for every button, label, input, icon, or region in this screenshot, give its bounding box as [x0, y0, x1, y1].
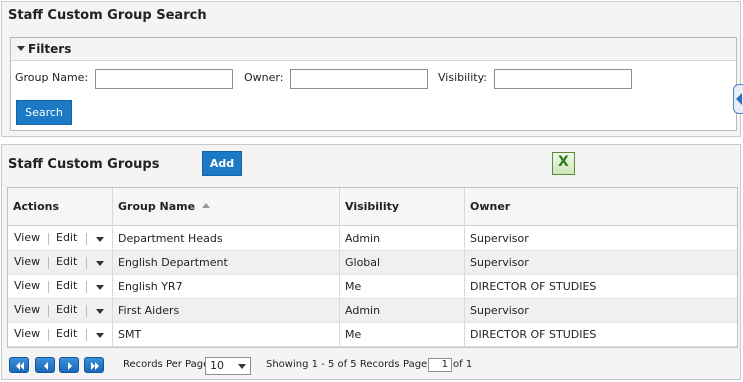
visibility-input[interactable]	[494, 69, 632, 89]
add-button[interactable]: Add	[202, 151, 242, 176]
column-header-owner[interactable]: Owner	[465, 188, 737, 226]
group-name-label: Group Name:	[15, 71, 89, 84]
dropdown-arrow-icon[interactable]	[96, 333, 104, 338]
first-page-icon	[16, 362, 24, 370]
visibility-cell: Me	[340, 323, 465, 347]
owner-cell: Supervisor	[470, 232, 529, 245]
owner-label: Owner:	[244, 71, 284, 84]
pager: Records Per Page 10 Showing 1 - 5 of 5 R…	[7, 354, 738, 378]
edit-link[interactable]: Edit	[56, 299, 77, 323]
edit-link[interactable]: Edit	[56, 251, 77, 275]
actions-cell: View Edit	[8, 275, 113, 299]
owner-input[interactable]	[290, 69, 428, 89]
page-label: Page	[403, 359, 428, 370]
search-button[interactable]: Search	[16, 100, 72, 125]
view-link[interactable]: View	[14, 227, 40, 251]
view-link[interactable]: View	[14, 299, 40, 323]
next-page-icon	[68, 362, 72, 370]
dropdown-arrow-icon[interactable]	[96, 237, 104, 242]
records-count-text: Showing 1 - 5 of 5 Records	[266, 359, 400, 370]
dropdown-arrow-icon[interactable]	[96, 309, 104, 314]
actions-cell: View Edit	[8, 323, 113, 347]
group-name-cell: First Aiders	[113, 299, 340, 323]
page-number-input[interactable]: 1	[428, 358, 452, 372]
view-link[interactable]: View	[14, 275, 40, 299]
chevron-down-icon	[238, 364, 246, 369]
last-page-button[interactable]	[84, 357, 104, 373]
excel-export-icon[interactable]: X	[552, 152, 575, 175]
visibility-cell: Global	[340, 251, 465, 275]
edit-link[interactable]: Edit	[56, 275, 77, 299]
filters-label: Filters	[28, 42, 72, 56]
first-page-button[interactable]	[9, 357, 29, 373]
collapse-caret-icon[interactable]	[17, 46, 25, 51]
visibility-cell: Me	[340, 275, 465, 299]
previous-page-button[interactable]	[35, 357, 55, 373]
group-name-cell: SMT	[113, 323, 340, 347]
visibility-cell: Admin	[340, 299, 465, 323]
dropdown-arrow-icon[interactable]	[96, 285, 104, 290]
visibility-cell: Admin	[340, 227, 465, 251]
column-header-group-name[interactable]: Group Name	[113, 188, 340, 226]
page-total-text: of 1	[453, 359, 473, 370]
visibility-label: Visibility:	[438, 71, 488, 84]
actions-cell: View Edit	[8, 251, 113, 275]
group-name-cell: English Department	[113, 251, 340, 275]
records-per-page-label: Records Per Page	[123, 359, 210, 370]
filters-header[interactable]: Filters	[11, 38, 736, 61]
side-panel-toggle[interactable]	[733, 84, 743, 114]
next-page-button[interactable]	[59, 357, 79, 373]
search-panel: Staff Custom Group Search Filters Group …	[1, 1, 741, 137]
groups-panel-title: Staff Custom Groups	[8, 157, 160, 172]
actions-cell: View Edit	[8, 299, 113, 323]
group-name-input[interactable]	[95, 69, 233, 89]
dropdown-arrow-icon[interactable]	[96, 261, 104, 266]
view-link[interactable]: View	[14, 251, 40, 275]
table-row: View Edit SMT Me DIRECTOR OF STUDIES	[8, 323, 737, 347]
sort-ascending-icon	[202, 202, 211, 208]
owner-cell: Supervisor	[470, 256, 529, 269]
owner-cell: DIRECTOR OF STUDIES	[470, 280, 597, 293]
view-link[interactable]: View	[14, 323, 40, 347]
actions-cell: View Edit	[8, 227, 113, 251]
table-row: View Edit English YR7 Me DIRECTOR OF STU…	[8, 275, 737, 299]
group-name-cell: Department Heads	[113, 227, 340, 251]
owner-cell: Supervisor	[470, 304, 529, 317]
column-header-visibility[interactable]: Visibility	[340, 188, 465, 226]
search-panel-title: Staff Custom Group Search	[8, 8, 207, 23]
chevron-left-icon	[736, 93, 742, 105]
table-header: Actions Group Name Visibility Owner	[8, 188, 737, 226]
table-row: View Edit Department Heads Admin Supervi…	[8, 227, 737, 251]
previous-page-icon	[44, 362, 48, 370]
groups-table: Actions Group Name Visibility Owner View…	[7, 187, 738, 348]
column-header-actions: Actions	[8, 188, 113, 226]
owner-cell: DIRECTOR OF STUDIES	[470, 328, 597, 341]
edit-link[interactable]: Edit	[56, 227, 77, 251]
records-per-page-select[interactable]: 10	[205, 357, 251, 375]
edit-link[interactable]: Edit	[56, 323, 77, 347]
groups-panel: Staff Custom Groups Add X Actions Group …	[1, 144, 741, 380]
group-name-cell: English YR7	[113, 275, 340, 299]
last-page-icon	[91, 362, 99, 370]
table-row: View Edit First Aiders Admin Supervisor	[8, 299, 737, 323]
table-row: View Edit English Department Global Supe…	[8, 251, 737, 275]
